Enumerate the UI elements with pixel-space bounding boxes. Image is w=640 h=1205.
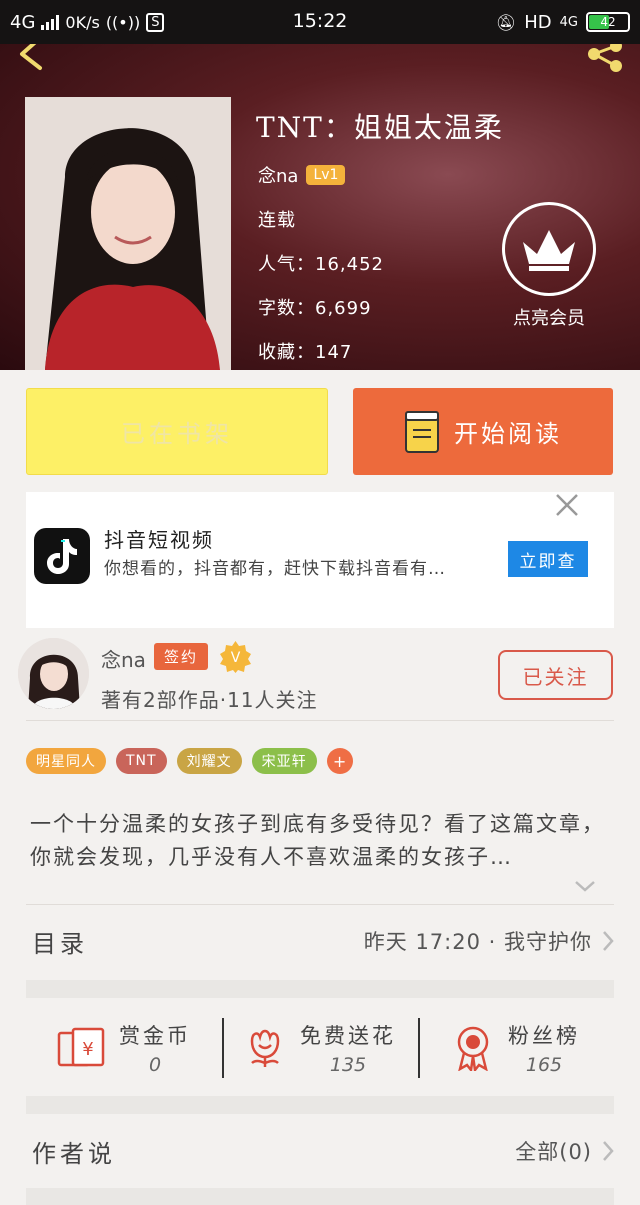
back-button[interactable] [14, 44, 54, 74]
book-title: TNT：姐姐太温柔 [256, 111, 504, 144]
vip-button[interactable]: 点亮会员 [499, 202, 599, 330]
send-flowers-button[interactable]: 免费送花 135 [222, 1000, 418, 1095]
hotspot-icon: ((•)) [105, 12, 141, 32]
reward-coins-button[interactable]: ¥ 赏金币 0 [26, 1000, 222, 1095]
tag-item[interactable]: 刘耀文 [176, 748, 242, 774]
stat-value: 135 [329, 1053, 367, 1076]
chevron-left-icon [20, 44, 42, 70]
share-button[interactable] [580, 44, 628, 74]
hd-indicator: HD [524, 11, 552, 33]
tag-item[interactable]: 宋亚轩 [251, 748, 317, 774]
following-button[interactable]: 已关注 [498, 650, 613, 700]
stat-value: 165 [525, 1053, 563, 1076]
flower-icon [250, 1029, 280, 1067]
book-header: TNT：姐姐太温柔 念na Lv1 连载 人气：16,452 字数：6,699 … [0, 44, 640, 370]
red-envelope-icon: ¥ [57, 1027, 105, 1066]
signal-icon [41, 14, 60, 30]
word-count: 字数：6,699 [258, 298, 372, 319]
favorites-count: 收藏：147 [258, 342, 353, 363]
table-of-contents-row[interactable]: 目录 昨天 17:20 · 我守护你 [26, 906, 614, 976]
latest-chapter: 昨天 17:20 · 我守护你 [363, 930, 592, 954]
follow-label: 已关注 [522, 664, 589, 689]
section-gap [26, 1188, 614, 1205]
ad-title: 抖音短视频 [104, 528, 214, 552]
stat-label: 粉丝榜 [508, 1023, 580, 1048]
medal-icon [457, 1026, 489, 1071]
network-type: 4G [10, 11, 36, 33]
author-says-row[interactable]: 作者说 全部(0) [26, 1116, 614, 1186]
mute-bell-icon: 🔕︎ [495, 12, 517, 32]
status-bar: 4G 0K/s ((•)) S 15:22 🔕︎ HD 4G 42 [0, 0, 640, 44]
s-app-icon: S [146, 12, 165, 32]
divider [26, 904, 614, 905]
section-gap [26, 980, 614, 998]
chevron-right-icon [603, 1141, 614, 1161]
level-badge: Lv1 [306, 165, 346, 185]
share-icon [588, 44, 622, 72]
start-reading-button[interactable]: 开始阅读 [353, 388, 613, 475]
cover-image [25, 97, 231, 370]
author-avatar[interactable] [18, 638, 89, 709]
v-badge-letter: V [231, 650, 241, 666]
author-says-all: 全部(0) [515, 1140, 592, 1164]
network-speed: 0K/s [65, 12, 100, 32]
shelf-label: 已在书架 [121, 420, 233, 448]
chevron-down-icon[interactable] [574, 878, 596, 892]
chevron-right-icon [603, 931, 614, 951]
ad-description: 你想看的，抖音都有，赶快下载抖音看有… [104, 559, 446, 579]
close-ad-button[interactable] [554, 492, 580, 518]
svg-text:¥: ¥ [82, 1039, 93, 1060]
book-cover[interactable] [25, 97, 231, 370]
read-label: 开始阅读 [454, 420, 562, 448]
signed-badge: 签约 [154, 643, 209, 670]
book-author-line: 念na Lv1 [258, 162, 346, 188]
stats-bar: ¥ 赏金币 0 免费送花 135 粉丝榜 165 [26, 1000, 614, 1095]
author-stats: 著有2部作品·11人关注 [101, 688, 318, 712]
add-tag-button[interactable]: + [326, 748, 353, 774]
ad-banner[interactable]: 抖音短视频 你想看的，抖音都有，赶快下载抖音看有… 立即查 [26, 492, 614, 628]
toc-label: 目录 [32, 929, 88, 958]
stat-label: 赏金币 [119, 1023, 191, 1048]
divider [26, 720, 614, 721]
section-gap [26, 1096, 614, 1114]
tag-item[interactable]: TNT [116, 748, 167, 774]
verified-v-icon: V [219, 640, 252, 673]
popularity: 人气：16,452 [258, 254, 384, 275]
author-name[interactable]: 念na [101, 644, 146, 673]
battery-icon: 42 [586, 12, 630, 32]
fan-ranking-button[interactable]: 粉丝榜 165 [418, 1000, 614, 1095]
crown-icon [502, 202, 596, 296]
close-icon [556, 494, 578, 516]
tiktok-logo-icon [34, 528, 90, 584]
serial-status: 连载 [258, 210, 296, 231]
tag-item[interactable]: 明星同人 [26, 748, 106, 774]
stat-label: 免费送花 [300, 1023, 396, 1048]
battery-level: 42 [600, 15, 616, 29]
tag-list: 明星同人 TNT 刘耀文 宋亚轩 + [26, 748, 353, 774]
ad-cta-button[interactable]: 立即查 [508, 541, 588, 577]
stat-value: 0 [148, 1053, 162, 1076]
book-author[interactable]: 念na [258, 162, 298, 188]
book-icon [405, 410, 439, 453]
added-to-shelf-button[interactable]: 已在书架 [26, 388, 328, 475]
author-says-label: 作者说 [32, 1139, 116, 1168]
network-type-right: 4G [559, 14, 578, 30]
vip-label: 点亮会员 [513, 308, 585, 329]
synopsis[interactable]: 一个十分温柔的女孩子到底有多受待见？看了这篇文章，你就会发现，几乎没有人不喜欢温… [30, 808, 614, 874]
